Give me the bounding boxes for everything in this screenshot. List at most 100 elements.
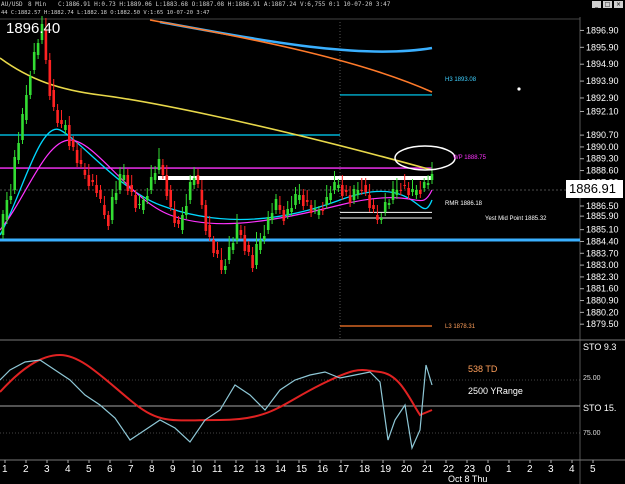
candle-body — [17, 143, 20, 160]
candle-body — [426, 183, 430, 185]
candle-body — [294, 194, 297, 205]
candle-body — [48, 60, 52, 96]
candle-body — [387, 203, 391, 205]
candle-body — [36, 43, 40, 55]
magenta-ma-line — [0, 139, 433, 231]
candle-body — [337, 185, 340, 188]
candle-body — [430, 174, 434, 180]
chart-window: AU/USD 8 Min C:1886.91 H:0.73 H:1889.06 … — [0, 0, 625, 484]
candle-body — [368, 195, 371, 208]
candle-body — [126, 175, 130, 191]
blue-ma-line — [159, 20, 433, 53]
yrange-label: 2500 YRange — [468, 386, 523, 396]
price-tick-label: 1892.90 — [586, 93, 619, 103]
candle-body — [99, 190, 102, 199]
candle-body — [243, 235, 247, 251]
candle-body — [21, 114, 24, 140]
marker-dot — [517, 87, 521, 91]
time-tick-label: 2 — [23, 464, 29, 475]
candle-body — [239, 230, 243, 235]
time-tick-label: 4 — [65, 464, 71, 475]
candle-body — [153, 173, 157, 180]
price-chart[interactable]: 1896.90 1895.90 1894.90 1893.90 1892.90 1892.… — [0, 0, 625, 484]
time-tick-label: 5 — [86, 464, 92, 475]
time-tick-label: 5 — [590, 464, 596, 475]
candle-body — [107, 215, 110, 226]
time-tick-label: 2 — [527, 464, 533, 475]
sto-mid-label: STO 15. — [583, 403, 617, 413]
price-tick-label: 1885.10 — [586, 225, 619, 235]
candle-body — [344, 190, 348, 192]
candle-body — [25, 95, 28, 120]
candle-body — [227, 247, 231, 260]
candle-body — [103, 205, 106, 215]
candle-body — [278, 205, 282, 210]
price-tick-label: 1894.90 — [586, 59, 619, 69]
sto-top-label: STO 9.3 — [583, 342, 617, 352]
candle-body — [333, 182, 336, 190]
candle-body — [274, 199, 278, 210]
candle-body — [196, 175, 200, 184]
time-tick-label: 3 — [548, 464, 554, 475]
candle-body — [360, 190, 364, 191]
time-tick-label: 10 — [191, 464, 203, 475]
price-tick-label: 1880.90 — [586, 296, 619, 306]
candle-body — [235, 224, 239, 240]
candle-body — [161, 165, 165, 175]
wp-label: WP 1888.75 — [453, 155, 486, 161]
candle-body — [149, 177, 153, 190]
pivot-levels — [0, 94, 580, 327]
price-tick-label: 1885.90 — [586, 211, 619, 221]
candle-body — [266, 217, 270, 230]
candle-body — [95, 185, 98, 193]
candle-body — [208, 225, 211, 237]
time-tick-label: 16 — [317, 464, 329, 475]
time-tick-label: 8 — [149, 464, 155, 475]
price-tick-label: 1881.60 — [586, 284, 619, 294]
candle-body — [192, 178, 196, 185]
candle-body — [114, 193, 118, 200]
candle-body — [305, 200, 309, 202]
candle-body — [341, 185, 344, 196]
time-tick-label: 13 — [254, 464, 266, 475]
candle-body — [317, 210, 321, 215]
candle-body — [134, 195, 137, 208]
candle-body — [173, 210, 176, 223]
price-tick-label: 1883.00 — [586, 260, 619, 270]
time-tick-label: 20 — [401, 464, 413, 475]
candle-body — [188, 182, 192, 200]
candle-body — [415, 190, 418, 195]
candle-body — [407, 188, 410, 195]
candle-body — [255, 244, 258, 265]
chart-frame — [0, 17, 625, 484]
candle-body — [177, 220, 180, 224]
candle-body — [329, 193, 332, 200]
h3-label: H3 1893.08 — [445, 77, 477, 83]
candle-body — [391, 189, 395, 200]
candle-body — [200, 190, 204, 205]
candle-body — [352, 189, 356, 200]
candle-body — [169, 190, 172, 207]
candle-body — [309, 205, 313, 213]
time-tick-label: 15 — [296, 464, 308, 475]
candle-body — [32, 52, 36, 70]
time-tick-label: 19 — [380, 464, 392, 475]
price-tick-label: 1886.50 — [586, 201, 619, 211]
time-tick-label: 18 — [359, 464, 371, 475]
candle-body — [83, 170, 87, 175]
candle-body — [380, 218, 383, 220]
price-tick-label: 1880.20 — [586, 307, 619, 317]
time-tick-label: 11 — [212, 464, 223, 475]
candle-body — [5, 200, 9, 220]
candle-body — [91, 180, 94, 182]
time-tick-label: 9 — [170, 464, 176, 475]
candle-body — [259, 240, 262, 250]
time-tick-label: 12 — [233, 464, 245, 475]
rmr-label: RMR 1886.18 — [445, 201, 483, 207]
candle-body — [79, 160, 83, 164]
candle-body — [212, 240, 215, 253]
price-tick-label: 1890.70 — [586, 130, 619, 140]
candle-body — [321, 210, 325, 211]
price-tick-label: 1882.30 — [586, 272, 619, 282]
candle-body — [224, 266, 227, 270]
